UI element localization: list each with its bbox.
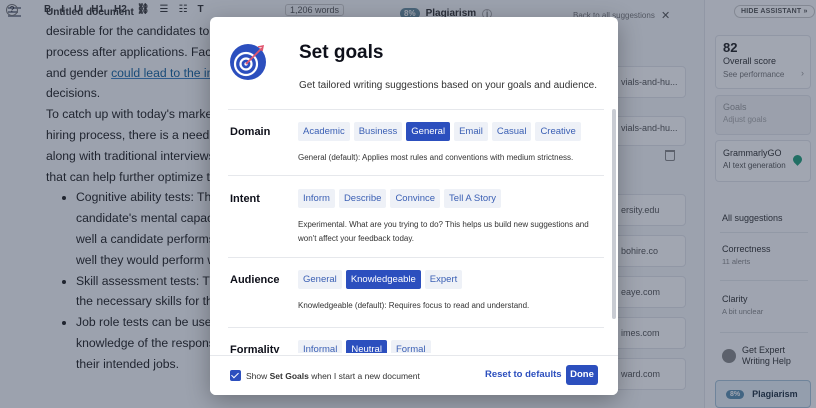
domain-option-casual[interactable]: Casual — [491, 122, 532, 141]
intent-description: Experimental. What are you trying to do?… — [298, 220, 589, 243]
reset-to-defaults-button[interactable]: Reset to defaults — [485, 369, 562, 380]
goals-scroll-area[interactable]: Domain Academic Business General Email C… — [210, 109, 618, 353]
domain-option-creative[interactable]: Creative — [535, 122, 581, 141]
domain-option-business[interactable]: Business — [353, 122, 403, 141]
domain-option-academic[interactable]: Academic — [298, 122, 350, 141]
intent-option-describe[interactable]: Describe — [338, 189, 387, 208]
target-arrow-icon — [230, 44, 266, 80]
audience-description: Knowledgeable (default): Requires focus … — [298, 301, 530, 310]
domain-option-email[interactable]: Email — [454, 122, 488, 141]
audience-section: Audience General Knowledgeable Expert Kn… — [228, 257, 604, 327]
audience-option-general[interactable]: General — [298, 270, 342, 289]
formality-option-formal[interactable]: Formal — [390, 340, 431, 353]
show-set-goals-label: Show Set Goals when I start a new docume… — [246, 371, 420, 381]
audience-option-knowledgeable[interactable]: Knowledgeable — [345, 270, 421, 289]
intent-option-inform[interactable]: Inform — [298, 189, 335, 208]
intent-label: Intent — [230, 193, 260, 205]
formality-options: Informal Neutral Formal — [298, 340, 431, 353]
formality-section: Formality Informal Neutral Formal — [228, 327, 604, 353]
intent-option-tell-a-story[interactable]: Tell A Story — [444, 189, 502, 208]
formality-option-informal[interactable]: Informal — [298, 340, 343, 353]
done-button[interactable]: Done — [566, 365, 598, 385]
domain-option-general[interactable]: General — [406, 122, 451, 141]
formality-label: Formality — [230, 344, 280, 353]
audience-option-expert[interactable]: Expert — [424, 270, 463, 289]
scrollbar[interactable] — [612, 109, 616, 319]
dialog-footer: Show Set Goals when I start a new docume… — [210, 355, 618, 395]
set-goals-dialog: Set goals Get tailored writing suggestio… — [210, 17, 618, 395]
intent-section: Intent Inform Describe Convince Tell A S… — [228, 175, 604, 257]
show-set-goals-checkbox[interactable] — [230, 370, 241, 381]
domain-section: Domain Academic Business General Email C… — [228, 109, 604, 175]
domain-description: General (default): Applies most rules an… — [298, 153, 574, 162]
formality-option-neutral[interactable]: Neutral — [346, 340, 387, 353]
audience-label: Audience — [230, 274, 280, 286]
dialog-title: Set goals — [299, 42, 384, 63]
dialog-subtitle: Get tailored writing suggestions based o… — [299, 80, 597, 91]
domain-options: Academic Business General Email Casual C… — [298, 122, 581, 141]
intent-options: Inform Describe Convince Tell A Story — [298, 189, 502, 208]
domain-label: Domain — [230, 126, 271, 138]
audience-options: General Knowledgeable Expert — [298, 270, 463, 289]
intent-option-convince[interactable]: Convince — [390, 189, 441, 208]
